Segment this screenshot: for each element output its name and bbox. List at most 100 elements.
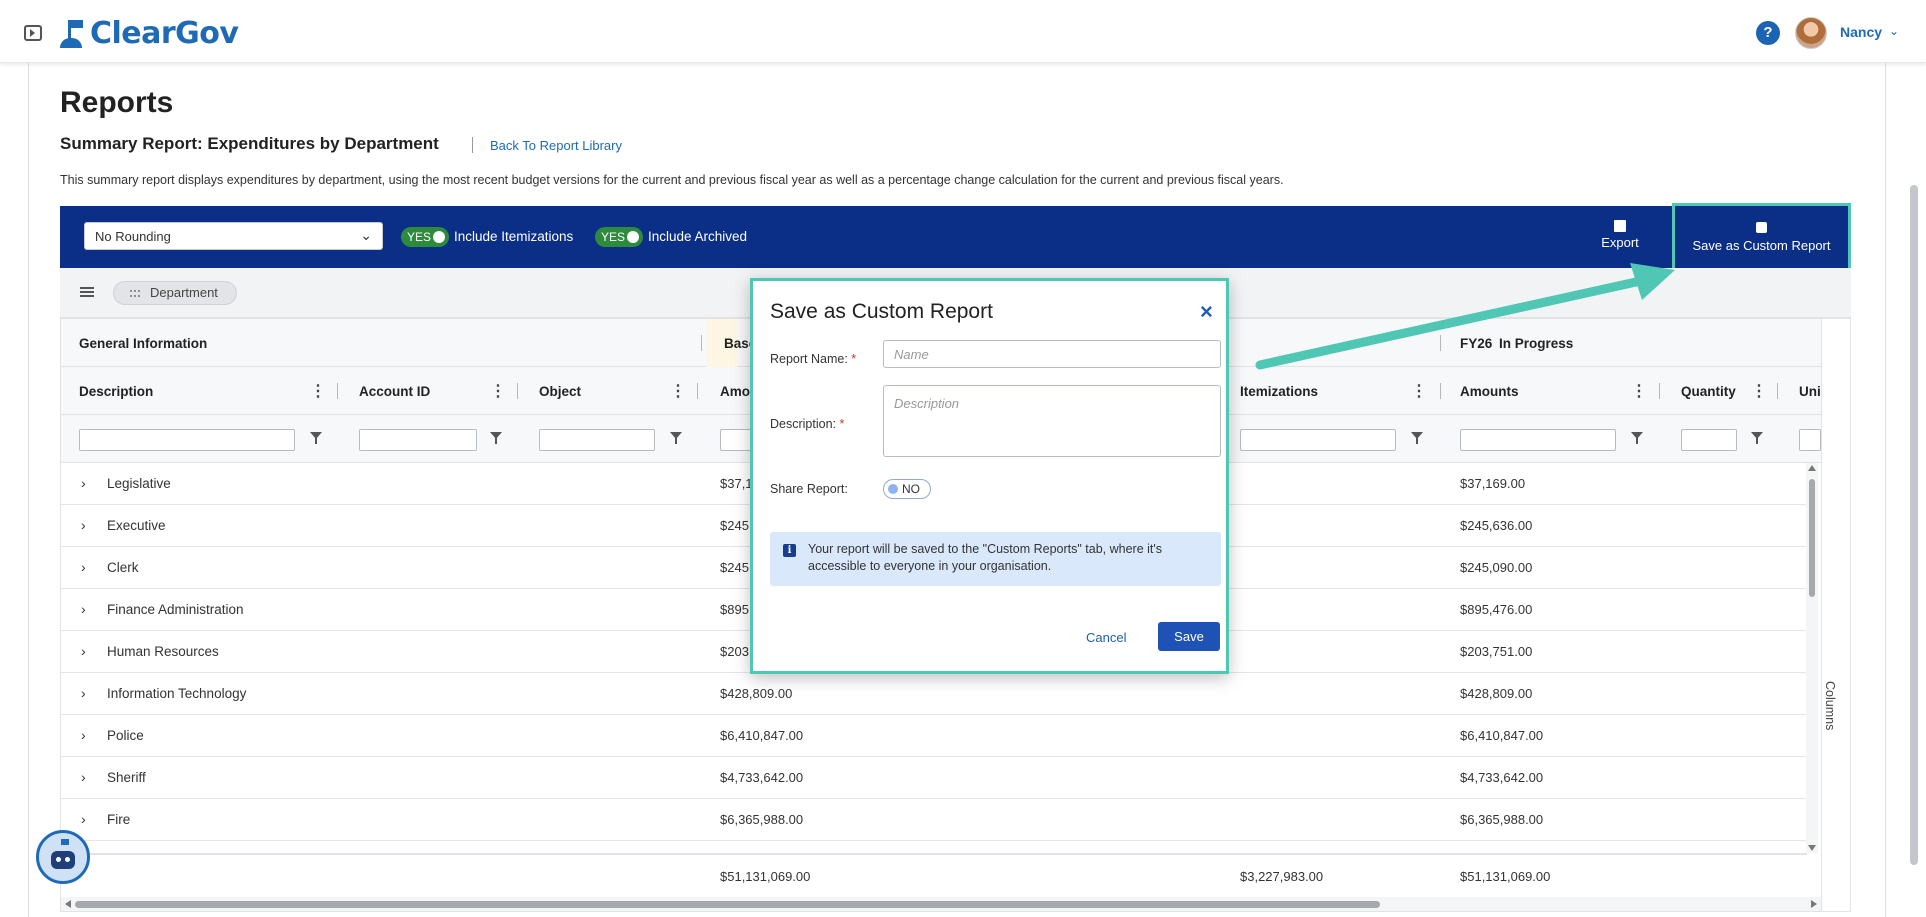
scroll-left-icon[interactable] [65,900,71,908]
chevron-right-icon[interactable]: › [81,727,86,743]
column-menu-icon[interactable] [310,381,326,401]
col-description[interactable]: Description [79,384,153,399]
list-icon[interactable] [80,287,94,297]
include-archived-toggle[interactable]: YES [595,227,643,247]
scroll-right-icon[interactable] [1811,900,1817,908]
row-amount-fy26: $6,365,988.00 [1460,812,1544,827]
column-menu-icon[interactable] [1411,381,1427,401]
grid-horizontal-scrollbar[interactable] [61,897,1821,911]
sidebar-toggle-icon[interactable] [24,25,42,41]
chevron-right-icon[interactable]: › [81,811,86,827]
filter-icon[interactable] [310,432,322,444]
dialog-title: Save as Custom Report [770,300,993,323]
page-scrollbar[interactable] [1910,185,1918,865]
header-separator [1659,383,1660,399]
chevron-right-icon[interactable]: › [81,685,86,701]
rounding-select[interactable]: No Rounding ⌄ [84,222,383,250]
row-department: Clerk [107,560,139,575]
cancel-button[interactable]: Cancel [1086,630,1126,645]
header-separator [1777,383,1778,399]
header-separator [697,383,698,399]
table-row[interactable]: › Police $6,410,847.00 $6,410,847.00 [61,715,1807,757]
filter-icon[interactable] [1751,432,1763,444]
chevron-down-icon: ⌄ [360,227,372,243]
scroll-thumb[interactable] [75,901,1380,908]
filter-icon[interactable] [670,432,682,444]
scroll-thumb[interactable] [1809,479,1815,597]
col-amounts[interactable]: Amounts [1460,384,1519,399]
share-report-toggle[interactable]: NO [883,479,931,499]
row-amount-fy26: $6,410,847.00 [1460,728,1544,743]
toggle-state: YES [601,230,626,244]
filter-input-account-id[interactable] [359,429,477,451]
filter-input-quantity[interactable] [1681,429,1737,451]
annotation-arrow [1255,263,1675,370]
close-icon[interactable]: × [1200,301,1213,323]
table-row[interactable]: › Sheriff $4,733,642.00 $4,733,642.00 [61,757,1807,799]
info-text: Your report will be saved to the "Custom… [808,542,1163,573]
save-button[interactable]: Save [1158,622,1220,651]
filter-input-itemizations[interactable] [1240,429,1396,451]
filter-input-unit[interactable] [1799,429,1821,451]
column-menu-icon[interactable] [490,381,506,401]
row-amount-fy26: $37,169.00 [1460,476,1526,491]
columns-panel-tab[interactable]: Columns [1823,681,1837,730]
chevron-right-icon[interactable]: › [81,475,86,491]
description-textarea[interactable]: Description [883,385,1221,457]
col-unit[interactable]: Uni [1799,384,1821,399]
report-name-label: Report Name: * [770,352,857,366]
column-menu-icon[interactable] [670,381,686,401]
col-itemizations[interactable]: Itemizations [1240,384,1318,399]
col-amounts-base[interactable]: Amo [720,384,750,399]
chevron-right-icon[interactable]: › [81,643,86,659]
save-as-custom-report-button[interactable]: Save as Custom Report [1672,203,1851,271]
chevron-right-icon[interactable]: › [81,559,86,575]
grip-icon[interactable] [130,290,140,297]
avatar[interactable] [1795,17,1827,49]
include-itemizations-label: Include Itemizations [454,229,574,244]
header-separator [517,383,518,399]
totals-row: $51,131,069.00 $3,227,983.00 $51,131,069… [61,853,1807,897]
filter-icon[interactable] [1411,432,1423,444]
user-name[interactable]: Nancy [1840,24,1882,40]
filter-input-amounts[interactable] [1460,429,1616,451]
row-amount-base: $895, [720,602,753,617]
page-title: Reports [60,86,174,119]
row-department: Human Resources [107,644,219,659]
columns-side-panel[interactable] [1821,319,1850,911]
back-to-report-library-link[interactable]: Back To Report Library [490,138,622,153]
cleargov-logo[interactable]: ClearGov [60,16,239,50]
filter-icon[interactable] [1631,432,1643,444]
col-quantity[interactable]: Quantity [1681,384,1736,399]
info-message: i Your report will be saved to the "Cust… [770,532,1221,586]
column-menu-icon[interactable] [1631,381,1647,401]
row-department: Information Technology [107,686,247,701]
report-description: This summary report displays expenditure… [60,173,1284,187]
total-amount-base: $51,131,069.00 [720,869,811,884]
row-department: Executive [107,518,166,533]
group-chip-label: Department [150,285,218,300]
col-account-id[interactable]: Account ID [359,384,430,399]
header-separator [701,335,702,351]
group-chip-department[interactable]: Department [113,281,237,305]
export-button[interactable]: Export [1590,220,1650,256]
chevron-right-icon[interactable]: › [81,769,86,785]
report-name-input[interactable]: Name [883,340,1221,368]
filter-icon[interactable] [490,432,502,444]
col-object[interactable]: Object [539,384,581,399]
scroll-down-icon[interactable] [1808,845,1816,851]
table-row[interactable]: › Information Technology $428,809.00 $42… [61,673,1807,715]
scroll-up-icon[interactable] [1808,465,1816,471]
chevron-right-icon[interactable]: › [81,601,86,617]
assistant-bot-icon[interactable] [36,830,90,884]
table-row[interactable]: › Fire $6,365,988.00 $6,365,988.00 [61,799,1807,841]
include-itemizations-toggle[interactable]: YES [401,227,449,247]
help-icon[interactable]: ? [1756,21,1780,45]
chevron-down-icon[interactable]: ⌄ [1889,24,1899,38]
chevron-right-icon[interactable]: › [81,517,86,533]
filter-input-object[interactable] [539,429,655,451]
filter-input-description[interactable] [79,429,295,451]
column-menu-icon[interactable] [1751,381,1767,401]
grid-vertical-scrollbar[interactable] [1806,463,1818,853]
row-department: Finance Administration [107,602,244,617]
